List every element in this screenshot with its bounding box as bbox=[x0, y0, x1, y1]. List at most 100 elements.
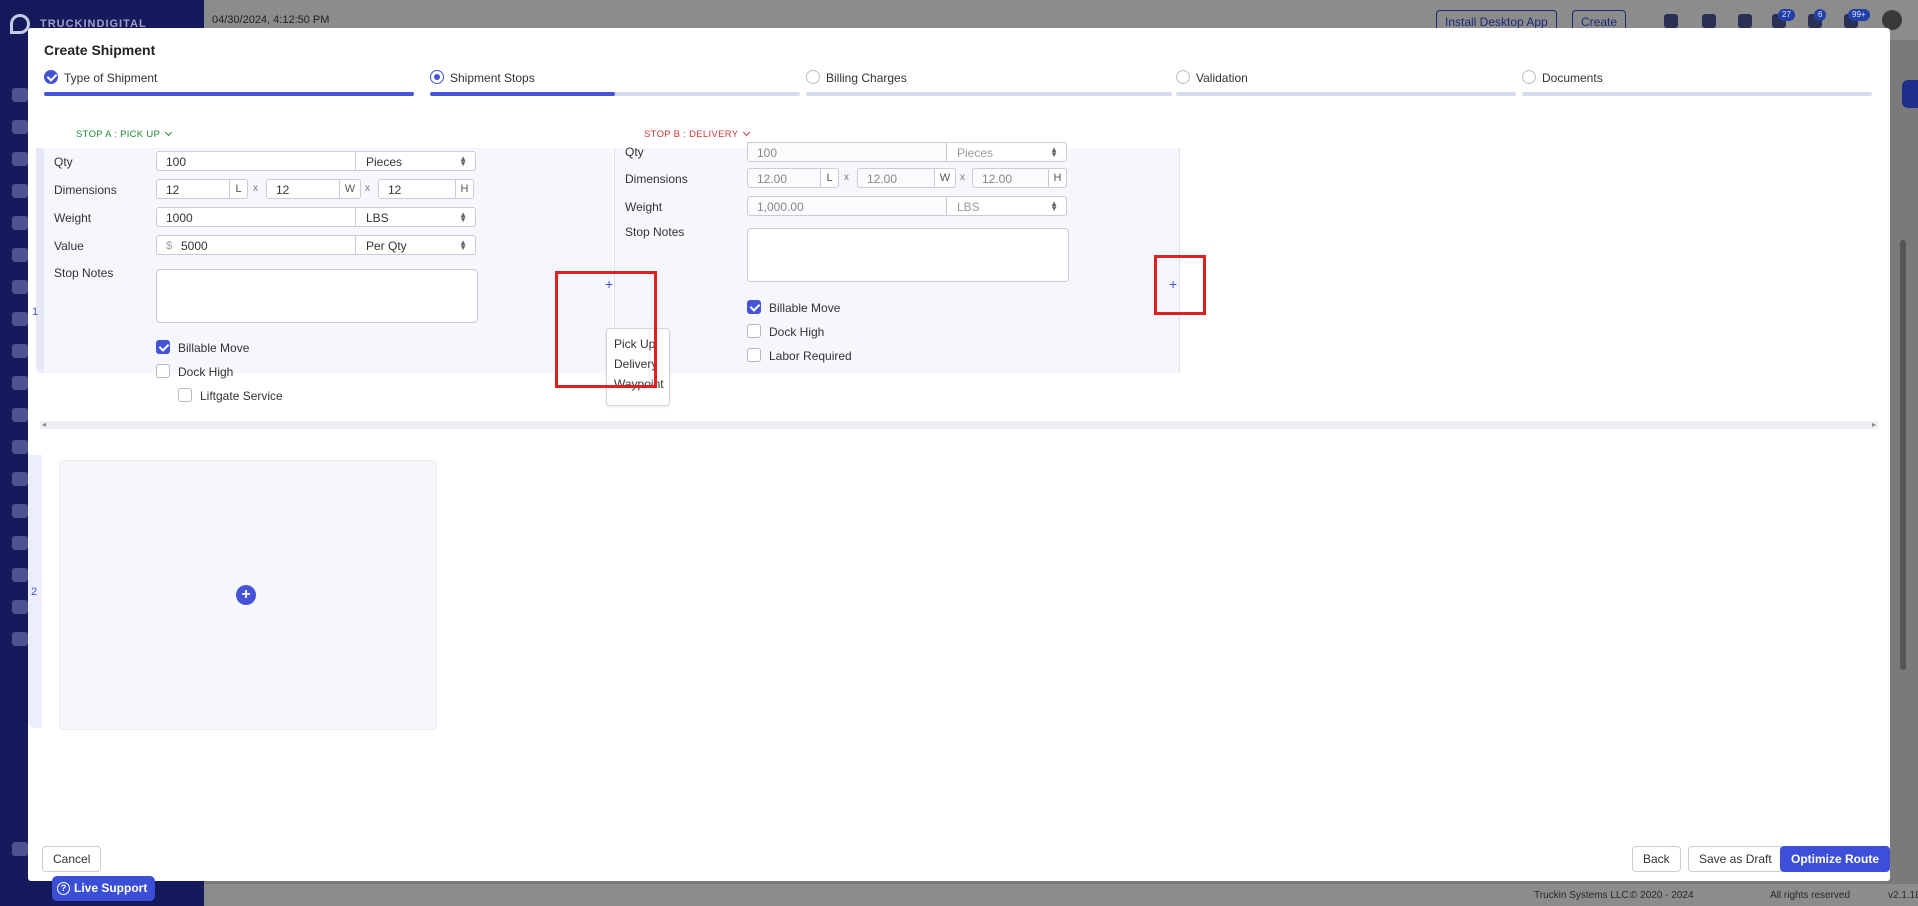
stop-b-header[interactable]: STOP B : DELIVERY bbox=[644, 128, 751, 140]
width-unit: W bbox=[934, 168, 956, 188]
report-icon bbox=[12, 504, 28, 518]
badge-count: 27 bbox=[1778, 9, 1795, 21]
qty-label: Qty bbox=[625, 145, 644, 159]
weight-unit-select[interactable]: LBS ▲ ▼ bbox=[355, 207, 476, 227]
step-progress bbox=[806, 92, 1172, 96]
times-sign: x bbox=[365, 183, 370, 194]
caret-icon: ▲ ▼ bbox=[1050, 145, 1058, 159]
dashboard-icon bbox=[12, 120, 28, 134]
live-support-button[interactable]: ? Live Support bbox=[52, 876, 156, 901]
highlight-box bbox=[1154, 255, 1206, 315]
billable-move-label: Billable Move bbox=[769, 301, 841, 315]
height-unit: H bbox=[1048, 168, 1067, 188]
badge-count: 99+ bbox=[1848, 9, 1870, 21]
dock-high-label: Dock High bbox=[178, 365, 234, 379]
save-as-draft-button[interactable]: Save as Draft bbox=[1688, 846, 1783, 872]
document-icon bbox=[12, 184, 28, 198]
stop-a-panel: Qty 100 Pieces ▲ ▼ Dimensions 12 L x 12 W … bbox=[44, 148, 612, 379]
step-documents[interactable]: Documents bbox=[1522, 70, 1872, 122]
length-input[interactable]: 12.00 bbox=[747, 168, 821, 188]
qty-unit-select[interactable]: Pieces ▲ ▼ bbox=[355, 151, 476, 171]
billable-move-checkbox[interactable] bbox=[156, 340, 170, 354]
horizontal-scrollbar[interactable]: ◂ ▸ bbox=[40, 420, 1878, 429]
wallet-icon bbox=[12, 632, 28, 646]
dollar-circle-icon[interactable] bbox=[1738, 14, 1752, 28]
optimize-route-button[interactable]: Optimize Route bbox=[1780, 846, 1890, 872]
width-input[interactable]: 12.00 bbox=[857, 168, 935, 188]
caret-icon: ▲ ▼ bbox=[459, 154, 467, 168]
weight-input[interactable]: 1,000.00 bbox=[747, 196, 947, 216]
truck-icon bbox=[12, 248, 28, 262]
weight-unit-select[interactable]: LBS ▲ ▼ bbox=[946, 196, 1067, 216]
group-number: 2 bbox=[31, 586, 38, 598]
add-stop-plus-icon[interactable]: + bbox=[236, 585, 256, 605]
value-label: Value bbox=[54, 239, 84, 253]
weight-input[interactable]: 1000 bbox=[156, 207, 356, 227]
chart-icon bbox=[12, 600, 28, 614]
width-input[interactable]: 12 bbox=[266, 179, 340, 199]
times-sign: x bbox=[844, 172, 849, 183]
chevron-down-icon bbox=[165, 128, 173, 137]
group-number: 1 bbox=[32, 306, 39, 318]
billable-move-checkbox[interactable] bbox=[747, 300, 761, 314]
dock-high-checkbox[interactable] bbox=[747, 324, 761, 338]
back-button[interactable]: Back bbox=[1632, 846, 1681, 872]
height-unit: H bbox=[455, 179, 474, 199]
length-input[interactable]: 12 bbox=[156, 179, 230, 199]
step-label: Documents bbox=[1542, 71, 1603, 85]
list-icon[interactable] bbox=[1702, 14, 1716, 28]
side-panel-toggle[interactable] bbox=[1902, 80, 1918, 108]
scroll-right-icon[interactable]: ▸ bbox=[1872, 420, 1876, 429]
width-unit: W bbox=[339, 179, 361, 199]
caret-icon: ▲ ▼ bbox=[459, 238, 467, 252]
height-input[interactable]: 12.00 bbox=[972, 168, 1049, 188]
labor-required-checkbox[interactable] bbox=[747, 348, 761, 362]
step-type-of-shipment[interactable]: Type of Shipment bbox=[44, 70, 414, 122]
step-shipment-stops[interactable]: Shipment Stops bbox=[430, 70, 800, 122]
book-icon bbox=[12, 472, 28, 486]
stop-group-1: 1 Qty 100 Pieces ▲ ▼ Dimensions 12 L x 12 … bbox=[32, 142, 1882, 380]
dock-high-checkbox[interactable] bbox=[156, 364, 170, 378]
footer-copyright: © 2020 - 2024 bbox=[1630, 890, 1694, 901]
people-icon bbox=[12, 376, 28, 390]
stop-notes-textarea[interactable] bbox=[156, 269, 478, 323]
footer-version: v2.1.18 bbox=[1888, 890, 1918, 901]
labor-required-label: Labor Required bbox=[769, 349, 852, 363]
dimensions-label: Dimensions bbox=[54, 183, 117, 197]
fuel-icon bbox=[12, 568, 28, 582]
step-label: Validation bbox=[1196, 71, 1248, 85]
cancel-button[interactable]: Cancel bbox=[42, 846, 102, 872]
app-datetime: 04/30/2024, 4:12:50 PM bbox=[212, 14, 330, 26]
radio-icon bbox=[1176, 70, 1190, 84]
create-shipment-modal: Create Shipment Type of Shipment Shipmen… bbox=[28, 28, 1890, 881]
qty-input[interactable]: 100 bbox=[156, 151, 356, 171]
liftgate-service-checkbox[interactable] bbox=[178, 388, 192, 402]
stop-a-header[interactable]: STOP A : PICK UP bbox=[76, 128, 173, 140]
length-unit: L bbox=[820, 168, 839, 188]
stop-notes-textarea[interactable] bbox=[747, 228, 1069, 282]
value-input[interactable]: 5000 bbox=[156, 235, 356, 255]
height-input[interactable]: 12 bbox=[378, 179, 456, 199]
currency-symbol: $ bbox=[166, 240, 173, 252]
dollar-icon bbox=[12, 408, 28, 422]
stop-notes-label: Stop Notes bbox=[625, 225, 685, 239]
qty-input[interactable]: 100 bbox=[747, 142, 947, 162]
page-scrollbar[interactable] bbox=[1900, 240, 1906, 670]
step-billing-charges[interactable]: Billing Charges bbox=[806, 70, 1172, 122]
radio-icon bbox=[1522, 70, 1536, 84]
value-unit-select[interactable]: Per Qty ▲ ▼ bbox=[355, 235, 476, 255]
radio-icon bbox=[806, 70, 820, 84]
scroll-left-icon[interactable]: ◂ bbox=[42, 420, 46, 429]
star-icon bbox=[12, 88, 28, 102]
dimensions-label: Dimensions bbox=[625, 172, 688, 186]
box-icon[interactable] bbox=[1664, 14, 1678, 28]
qty-label: Qty bbox=[54, 155, 73, 169]
avatar[interactable] bbox=[1882, 10, 1902, 30]
step-progress bbox=[44, 92, 414, 96]
step-validation[interactable]: Validation bbox=[1176, 70, 1516, 122]
liftgate-service-label: Liftgate Service bbox=[200, 389, 283, 403]
qty-unit-select[interactable]: Pieces ▲ ▼ bbox=[946, 142, 1067, 162]
step-label: Type of Shipment bbox=[64, 71, 158, 85]
route-icon bbox=[12, 216, 28, 230]
step-progress bbox=[1176, 92, 1516, 96]
